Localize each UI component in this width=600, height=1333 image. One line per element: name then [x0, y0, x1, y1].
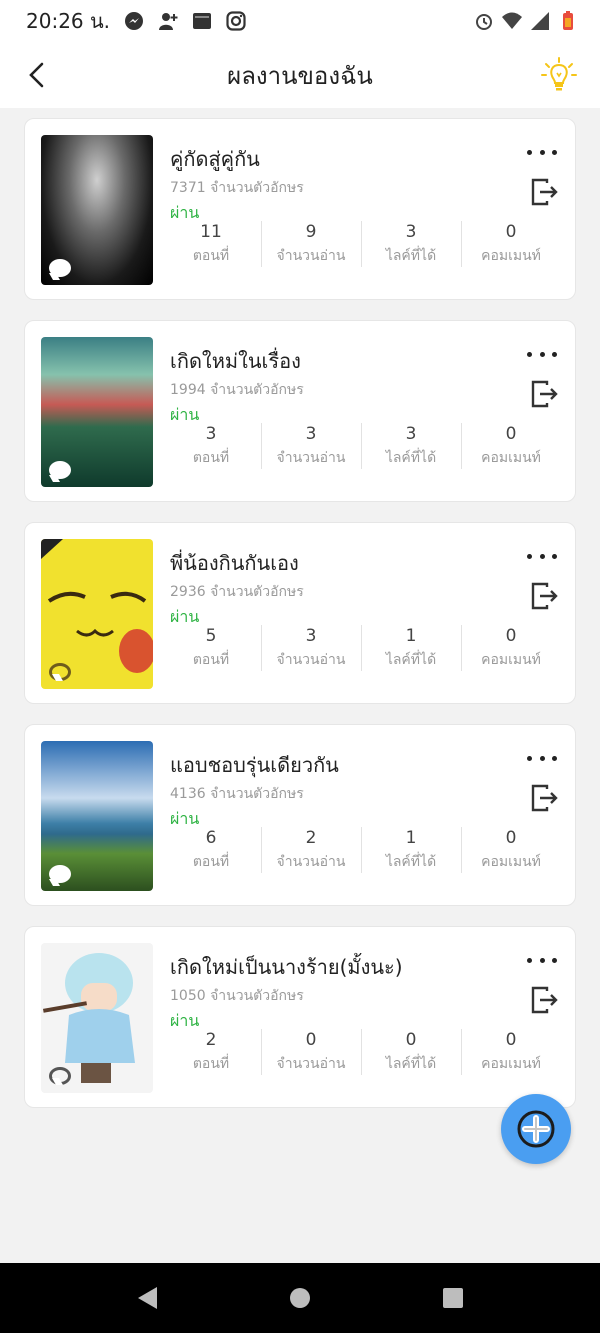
back-triangle-icon[interactable] [135, 1285, 159, 1311]
work-card[interactable]: พี่น้องกินกันเอง 2936 จำนวนตัวอักษร ผ่าน… [24, 522, 576, 704]
exit-icon[interactable] [529, 379, 559, 409]
stat-likes: 1 ไลค์ที่ได้ [361, 623, 461, 673]
work-cover-image[interactable] [41, 539, 153, 689]
status-bar: 20:26 น. [0, 0, 600, 42]
more-options-button[interactable] [527, 751, 557, 765]
stat-chapters: 6 ตอนที่ [192, 828, 230, 870]
stat-reads: 0 จำนวนอ่าน [261, 1027, 361, 1077]
stat-likes: 0 ไลค์ที่ได้ [361, 1027, 461, 1077]
work-char-count: 7371 จำนวนตัวอักษร [170, 180, 304, 196]
exit-icon[interactable] [529, 783, 559, 813]
work-stats: 3 ตอนที่ 3 จำนวนอ่าน 3 ไลค์ที่ได้ 0 คอมเมนท์ [161, 421, 561, 471]
stat-comments: 0 คอมเมนท์ [461, 1027, 561, 1077]
comment-bubble-icon [49, 461, 71, 479]
work-cover-image[interactable] [41, 337, 153, 487]
page-title: ผลงานของฉัน [227, 61, 373, 90]
stat-reads: 3 จำนวนอ่าน [261, 421, 361, 471]
home-circle-icon[interactable] [288, 1286, 312, 1310]
more-options-button[interactable] [527, 145, 557, 159]
more-options-button[interactable] [527, 347, 557, 361]
stat-chapters: 5 ตอนที่ [192, 626, 230, 668]
work-title[interactable]: พี่น้องกินกันเอง [170, 547, 299, 579]
back-button[interactable] [20, 59, 52, 91]
work-char-count: 1994 จำนวนตัวอักษร [170, 382, 304, 398]
add-work-button[interactable] [501, 1094, 571, 1164]
app-header: ผลงานของฉัน [0, 42, 600, 108]
comment-bubble-icon [49, 259, 71, 277]
gallery-icon [193, 13, 212, 29]
stat-likes: 3 ไลค์ที่ได้ [361, 421, 461, 471]
work-card[interactable]: คู่กัดสู่คู่กัน 7371 จำนวนตัวอักษร ผ่าน … [24, 118, 576, 300]
stat-comments: 0 คอมเมนท์ [461, 623, 561, 673]
works-list: คู่กัดสู่คู่กัน 7371 จำนวนตัวอักษร ผ่าน … [24, 118, 576, 1128]
work-title[interactable]: คู่กัดสู่คู่กัน [170, 143, 260, 175]
work-title[interactable]: เกิดใหม่เป็นนางร้าย(มั้งนะ) [170, 951, 403, 983]
system-nav-bar [0, 1263, 600, 1333]
exit-icon[interactable] [529, 581, 559, 611]
stat-reads: 9 จำนวนอ่าน [261, 219, 361, 269]
work-card[interactable]: เกิดใหม่เป็นนางร้าย(มั้งนะ) 1050 จำนวนตั… [24, 926, 576, 1108]
stat-chapters: 2 ตอนที่ [192, 1030, 230, 1072]
work-cover-image[interactable] [41, 741, 153, 891]
stat-chapters: 3 ตอนที่ [192, 424, 230, 466]
status-time: 20:26 น. [26, 9, 111, 33]
work-stats: 11 ตอนที่ 9 จำนวนอ่าน 3 ไลค์ที่ได้ 0 คอมเมนท… [161, 219, 561, 269]
wifi-icon [502, 12, 522, 29]
stat-comments: 0 คอมเมนท์ [461, 219, 561, 269]
stat-reads: 2 จำนวนอ่าน [261, 825, 361, 875]
work-char-count: 4136 จำนวนตัวอักษร [170, 786, 304, 802]
chevron-left-icon [29, 62, 44, 88]
more-options-button[interactable] [527, 953, 557, 967]
more-options-button[interactable] [527, 549, 557, 563]
add-person-icon [159, 13, 178, 30]
stat-comments: 0 คอมเมนท์ [461, 421, 561, 471]
work-char-count: 1050 จำนวนตัวอักษร [170, 988, 304, 1004]
work-title[interactable]: แอบชอบรุ่นเดียวกัน [170, 749, 339, 781]
stat-comments: 0 คอมเมนท์ [461, 825, 561, 875]
exit-icon[interactable] [529, 177, 559, 207]
work-title[interactable]: เกิดใหม่ในเรื่อง [170, 345, 301, 377]
plus-icon [517, 1110, 555, 1148]
messenger-icon [125, 12, 144, 30]
work-stats: 2 ตอนที่ 0 จำนวนอ่าน 0 ไลค์ที่ได้ 0 คอมเมนท์ [161, 1027, 561, 1077]
work-card[interactable]: เกิดใหม่ในเรื่อง 1994 จำนวนตัวอักษร ผ่าน… [24, 320, 576, 502]
work-cover-image[interactable] [41, 135, 153, 285]
stat-chapters: 11 ตอนที่ [192, 222, 230, 264]
stat-reads: 3 จำนวนอ่าน [261, 623, 361, 673]
alarm-icon [476, 14, 492, 30]
work-card[interactable]: แอบชอบรุ่นเดียวกัน 4136 จำนวนตัวอักษร ผ่… [24, 724, 576, 906]
stat-likes: 3 ไลค์ที่ได้ [361, 219, 461, 269]
comment-bubble-icon [49, 865, 71, 883]
exit-icon[interactable] [529, 985, 559, 1015]
work-cover-image[interactable] [41, 943, 153, 1093]
recents-square-icon[interactable] [441, 1286, 465, 1310]
lightbulb-icon [541, 57, 577, 91]
work-stats: 6 ตอนที่ 2 จำนวนอ่าน 1 ไลค์ที่ได้ 0 คอมเมนท์ [161, 825, 561, 875]
hint-button[interactable] [540, 56, 578, 94]
work-stats: 5 ตอนที่ 3 จำนวนอ่าน 1 ไลค์ที่ได้ 0 คอมเมนท์ [161, 623, 561, 673]
work-char-count: 2936 จำนวนตัวอักษร [170, 584, 304, 600]
comment-bubble-icon [49, 663, 71, 681]
signal-icon [531, 12, 549, 30]
battery-icon [563, 11, 573, 30]
instagram-icon [226, 11, 246, 31]
comment-bubble-icon [49, 1067, 71, 1085]
stat-likes: 1 ไลค์ที่ได้ [361, 825, 461, 875]
